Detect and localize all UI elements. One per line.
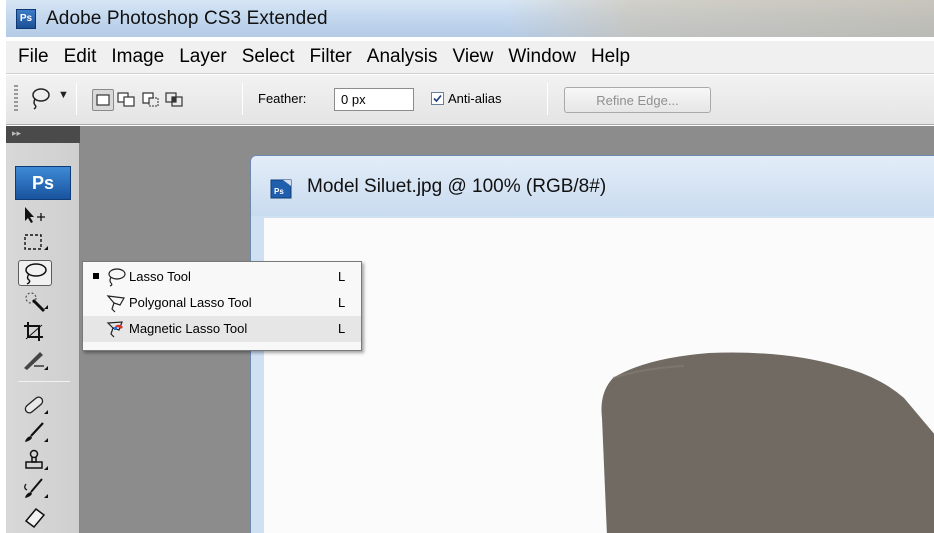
- brush-icon: [25, 422, 48, 442]
- feather-input[interactable]: 0 px: [334, 88, 414, 111]
- menu-help[interactable]: Help: [584, 46, 638, 68]
- polygonal-lasso-icon: [106, 295, 125, 313]
- healing-brush-icon: [24, 396, 48, 414]
- rectangular-marquee-tool[interactable]: [18, 230, 52, 256]
- add-to-selection-icon: [117, 92, 135, 107]
- options-separator: [242, 83, 243, 115]
- magnetic-lasso-icon: [106, 321, 123, 338]
- preset-dropdown-arrow-icon[interactable]: ▼: [58, 89, 69, 101]
- flyout-shortcut: L: [338, 295, 346, 310]
- document-title-bar[interactable]: Ps Model Siluet.jpg @ 100% (RGB/8#): [251, 156, 934, 216]
- title-bar: Ps Adobe Photoshop CS3 Extended: [6, 0, 934, 37]
- image-canvas[interactable]: [264, 218, 934, 533]
- new-selection-button[interactable]: [92, 89, 114, 111]
- crop-icon: [24, 322, 43, 341]
- menu-edit[interactable]: Edit: [57, 46, 105, 68]
- move-tool[interactable]: [18, 202, 52, 228]
- move-icon: [25, 207, 45, 223]
- flyout-shortcut: L: [338, 321, 346, 336]
- menu-window[interactable]: Window: [501, 46, 584, 68]
- photoshop-logo[interactable]: Ps: [15, 166, 71, 200]
- eraser-tool[interactable]: [18, 503, 52, 529]
- toolbox-separator: [18, 381, 70, 382]
- lasso-icon: [108, 268, 126, 287]
- refine-edge-button[interactable]: Refine Edge...: [564, 87, 711, 113]
- intersect-selection-button[interactable]: [164, 89, 186, 111]
- slice-tool[interactable]: [18, 348, 52, 374]
- flyout-label: Magnetic Lasso Tool: [129, 321, 248, 336]
- eraser-icon: [24, 507, 46, 529]
- flyout-item-lasso-tool[interactable]: Lasso Tool L: [83, 264, 361, 290]
- history-brush-icon: [24, 478, 48, 498]
- quick-selection-icon: [25, 292, 48, 313]
- checkmark-icon: [433, 94, 442, 103]
- flyout-item-magnetic-lasso-tool[interactable]: Magnetic Lasso Tool L: [83, 316, 361, 342]
- flyout-label: Lasso Tool: [129, 269, 191, 284]
- flyout-shortcut: L: [338, 269, 346, 284]
- menu-select[interactable]: Select: [235, 46, 303, 68]
- file-icon-text: Ps: [274, 187, 284, 196]
- feather-label: Feather:: [258, 91, 307, 106]
- active-tool-bullet: [93, 273, 99, 279]
- clone-stamp-tool[interactable]: [18, 448, 52, 474]
- healing-brush-tool[interactable]: [18, 392, 52, 418]
- slice-icon: [24, 352, 48, 370]
- lasso-preset-icon[interactable]: [28, 86, 52, 110]
- title-bar-blur: [504, 0, 934, 37]
- options-separator: [547, 83, 548, 115]
- clone-stamp-icon: [25, 449, 48, 470]
- menu-view[interactable]: View: [446, 46, 502, 68]
- history-brush-tool[interactable]: [18, 476, 52, 502]
- menu-image[interactable]: Image: [104, 46, 172, 68]
- photoshop-app: Ps Adobe Photoshop CS3 Extended File Edi…: [0, 0, 934, 533]
- app-title: Adobe Photoshop CS3 Extended: [46, 7, 328, 29]
- intersect-selection-icon: [165, 92, 183, 107]
- photoshop-file-icon: Ps: [270, 179, 292, 199]
- flyout-label: Polygonal Lasso Tool: [129, 295, 252, 310]
- menu-analysis[interactable]: Analysis: [360, 46, 446, 68]
- add-to-selection-button[interactable]: [116, 89, 138, 111]
- brush-tool[interactable]: [18, 420, 52, 446]
- new-selection-icon: [96, 94, 110, 106]
- lasso-tool-flyout: Lasso Tool L Polygonal Lasso Tool L Magn…: [82, 261, 362, 351]
- options-bar: ▼ Feather: 0 px Anti-alias Refine Edge..…: [6, 74, 934, 125]
- menu-file[interactable]: File: [11, 46, 57, 68]
- menu-layer[interactable]: Layer: [172, 46, 235, 68]
- lasso-tool[interactable]: [18, 260, 52, 286]
- options-separator: [76, 83, 77, 115]
- anti-alias-label: Anti-alias: [448, 91, 502, 106]
- toolbox-panel: ▸▸ Ps: [6, 126, 80, 533]
- flyout-item-polygonal-lasso-tool[interactable]: Polygonal Lasso Tool L: [83, 290, 361, 316]
- rectangular-marquee-icon: [24, 234, 48, 250]
- photoshop-app-icon: Ps: [16, 8, 36, 29]
- options-grip-handle[interactable]: [14, 85, 18, 113]
- hijab-silhouette-image: [601, 352, 934, 533]
- crop-tool[interactable]: [18, 319, 52, 345]
- anti-alias-checkbox[interactable]: [431, 92, 444, 105]
- document-title: Model Siluet.jpg @ 100% (RGB/8#): [307, 176, 607, 197]
- subtract-from-selection-icon: [142, 92, 159, 107]
- subtract-from-selection-button[interactable]: [140, 89, 162, 111]
- menu-bar: File Edit Image Layer Select Filter Anal…: [6, 41, 934, 74]
- menu-filter[interactable]: Filter: [303, 46, 360, 68]
- lasso-icon: [25, 263, 47, 285]
- toolbox-collapse-icon[interactable]: ▸▸: [6, 126, 80, 143]
- quick-selection-tool[interactable]: [18, 289, 52, 315]
